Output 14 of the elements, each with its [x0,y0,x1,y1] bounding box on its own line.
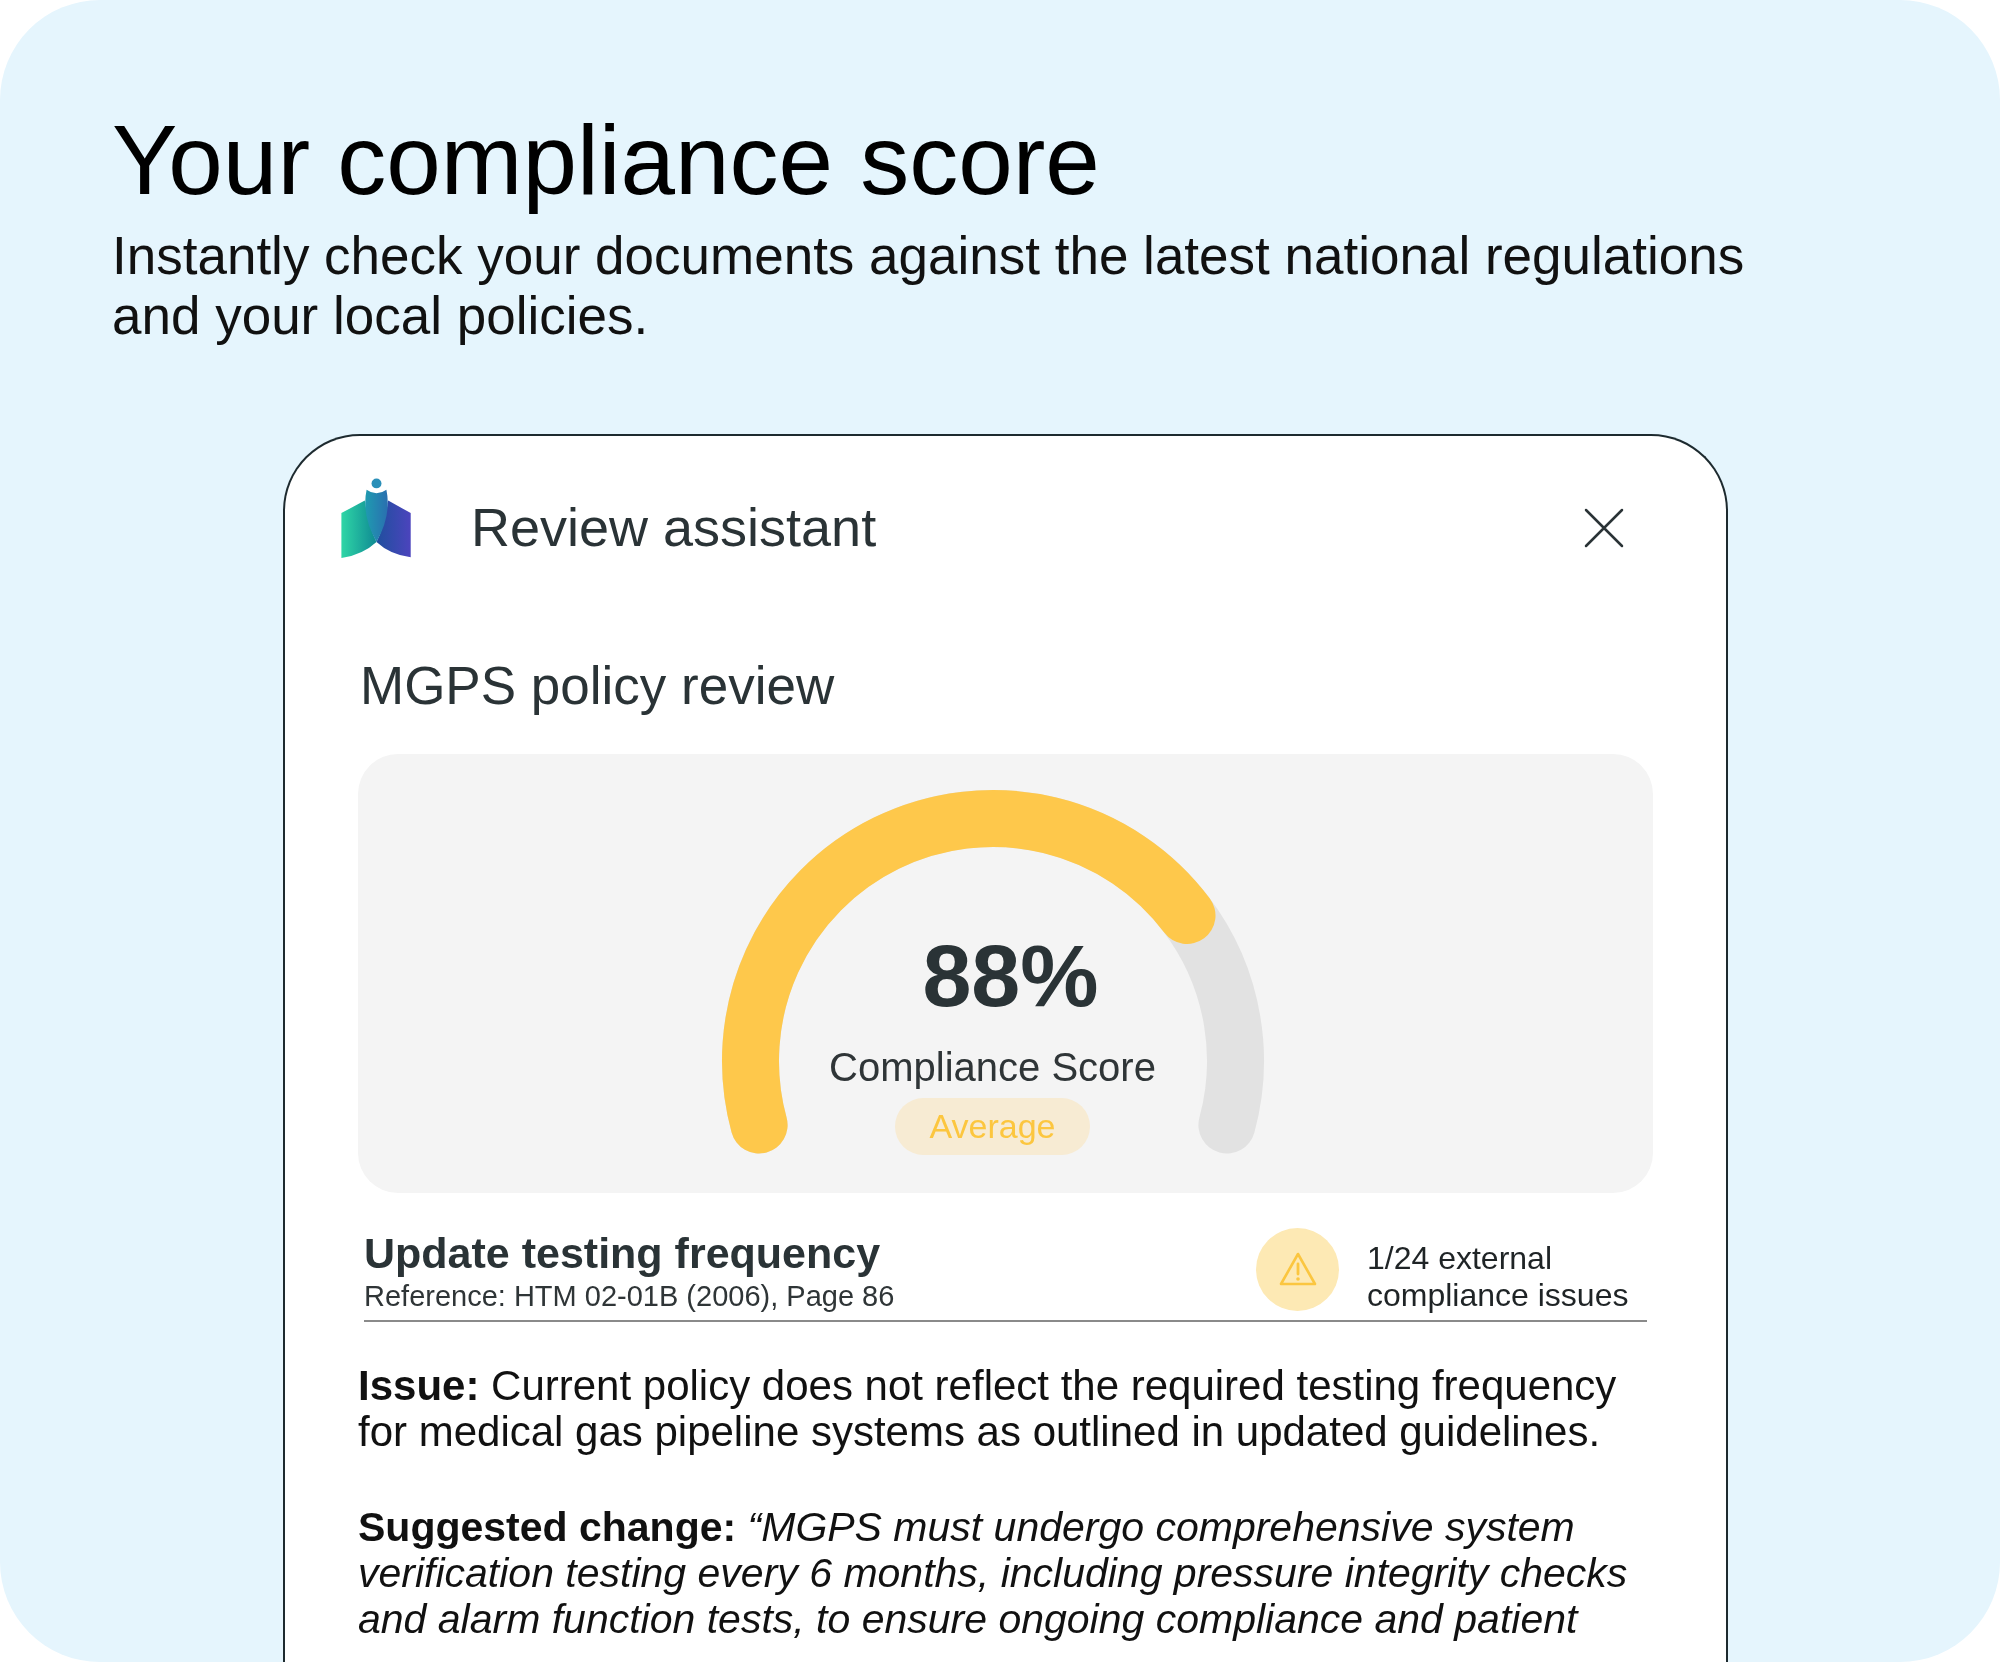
review-title: MGPS policy review [360,655,835,717]
close-icon [1584,507,1624,548]
issues-count: 1/24 external compliance issues [1367,1239,1630,1314]
issue-text: Issue: Current policy does not reflect the required testing frequency for medical gas pipeline systems as outlined in updated guidelines. [358,1362,1618,1455]
finding-title: Update testing frequency [364,1228,882,1279]
rating-badge: Average [895,1097,1090,1155]
score-value: 88% [922,931,1099,1020]
finding-reference: Reference: HTM 02-01B (2006), Page 86 [364,1280,895,1314]
score-label: Compliance Score [829,1043,1156,1090]
suggestion-text: Suggested change: “MGPS must undergo comprehensive system verification testing every 6 months, including pressure integrity checks and alarm function tests, to ensure ongoing compliance and patient [358,1503,1629,1642]
panel-title: Review assistant [471,495,877,558]
page-title: Your compliance score [112,104,1100,217]
page-subtitle: Instantly check your documents against the latest national regulations and your local policies. [112,225,1746,346]
logo-icon [341,477,412,559]
